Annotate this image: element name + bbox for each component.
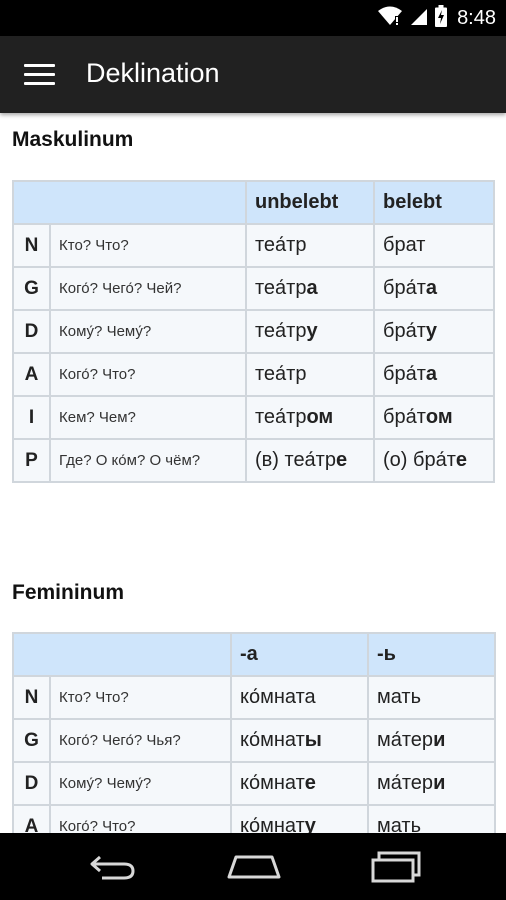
hamburger-menu-icon[interactable] bbox=[24, 64, 55, 86]
table-row: N Кто? Что? теа́тр брат bbox=[12, 223, 495, 268]
case-question: Кого́? Что? bbox=[49, 352, 247, 397]
home-icon[interactable] bbox=[226, 851, 282, 886]
status-bar: 8:48 bbox=[0, 0, 506, 36]
header-empty-cell bbox=[12, 632, 232, 677]
section-title-masculine: Maskulinum bbox=[12, 128, 134, 151]
case-question: Кому́? Чему́? bbox=[49, 309, 247, 354]
form-cell: ко́мната bbox=[230, 675, 369, 720]
table-row: A Кого́? Что? ко́мнату мать bbox=[12, 804, 496, 833]
table-row: G Кого́? Чего́? Чья? ко́мнаты ма́тери bbox=[12, 718, 496, 763]
form-cell: (о) бра́те bbox=[373, 438, 495, 483]
case-label: N bbox=[12, 223, 51, 268]
column-header: -ь bbox=[367, 632, 496, 677]
column-header: -а bbox=[230, 632, 369, 677]
case-question: Кого́? Чего́? Чей? bbox=[49, 266, 247, 311]
form-cell: теа́тром bbox=[245, 395, 375, 440]
case-question: Кого́? Чего́? Чья? bbox=[49, 718, 232, 763]
case-label: P bbox=[12, 438, 51, 483]
form-cell: бра́та bbox=[373, 266, 495, 311]
page-title: Deklination bbox=[86, 58, 220, 88]
table-row: G Кого́? Чего́? Чей? теа́тра бра́та bbox=[12, 266, 495, 311]
case-label: N bbox=[12, 675, 51, 720]
case-label: A bbox=[12, 804, 51, 833]
form-cell: бра́ту bbox=[373, 309, 495, 354]
form-cell: бра́том bbox=[373, 395, 495, 440]
table-row: P Где? О ко́м? О чём? (в) теа́тре (о) бр… bbox=[12, 438, 495, 483]
table-header-row: -а -ь bbox=[12, 632, 496, 677]
form-cell: теа́тру bbox=[245, 309, 375, 354]
navigation-bar bbox=[0, 833, 506, 900]
column-header: belebt bbox=[373, 180, 495, 225]
table-row: D Кому́? Чему́? теа́тру бра́ту bbox=[12, 309, 495, 354]
section-title-feminine: Femininum bbox=[12, 581, 125, 604]
header-empty-cell bbox=[12, 180, 247, 225]
content-area[interactable]: Maskulinum unbelebt belebt N Кто? Что? т… bbox=[0, 113, 506, 833]
case-question: Кому́? Чему́? bbox=[49, 761, 232, 806]
form-cell: мать bbox=[367, 804, 496, 833]
form-cell: мать bbox=[367, 675, 496, 720]
case-question: Кто? Что? bbox=[49, 675, 232, 720]
table-row: D Кому́? Чему́? ко́мнате ма́тери bbox=[12, 761, 496, 806]
form-cell: теа́тр bbox=[245, 352, 375, 397]
table-header-row: unbelebt belebt bbox=[12, 180, 495, 225]
column-header: unbelebt bbox=[245, 180, 375, 225]
case-question: Где? О ко́м? О чём? bbox=[49, 438, 247, 483]
battery-icon bbox=[435, 4, 448, 32]
case-label: D bbox=[12, 309, 51, 354]
case-question: Кто? Что? bbox=[49, 223, 247, 268]
feminine-table: -а -ь N Кто? Что? ко́мната мать G Кого́?… bbox=[12, 632, 496, 833]
case-label: D bbox=[12, 761, 51, 806]
table-row: A Кого́? Что? теа́тр бра́та bbox=[12, 352, 495, 397]
form-cell: брат bbox=[373, 223, 495, 268]
case-label: A bbox=[12, 352, 51, 397]
form-cell: теа́тра bbox=[245, 266, 375, 311]
masculine-table: unbelebt belebt N Кто? Что? теа́тр брат … bbox=[12, 180, 495, 483]
table-row: N Кто? Что? ко́мната мать bbox=[12, 675, 496, 720]
case-question: Кого́? Что? bbox=[49, 804, 232, 833]
form-cell: (в) теа́тре bbox=[245, 438, 375, 483]
app-bar: Deklination bbox=[0, 36, 506, 113]
form-cell: бра́та bbox=[373, 352, 495, 397]
wifi-icon bbox=[377, 5, 403, 32]
case-label: G bbox=[12, 718, 51, 763]
case-label: I bbox=[12, 395, 51, 440]
form-cell: ма́тери bbox=[367, 761, 496, 806]
signal-icon bbox=[409, 5, 429, 32]
case-question: Кем? Чем? bbox=[49, 395, 247, 440]
form-cell: ко́мнату bbox=[230, 804, 369, 833]
form-cell: теа́тр bbox=[245, 223, 375, 268]
form-cell: ма́тери bbox=[367, 718, 496, 763]
form-cell: ко́мнаты bbox=[230, 718, 369, 763]
back-icon[interactable] bbox=[88, 851, 138, 886]
table-row: I Кем? Чем? теа́тром бра́том bbox=[12, 395, 495, 440]
recents-icon[interactable] bbox=[370, 851, 422, 888]
clock: 8:48 bbox=[457, 6, 496, 29]
form-cell: ко́мнате bbox=[230, 761, 369, 806]
case-label: G bbox=[12, 266, 51, 311]
